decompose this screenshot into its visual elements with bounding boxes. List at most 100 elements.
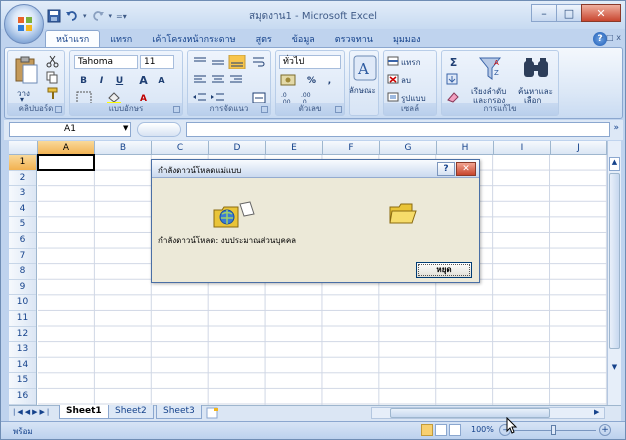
- font-name-input[interactable]: Tahoma: [74, 55, 138, 69]
- currency-icon[interactable]: [280, 73, 300, 87]
- save-icon[interactable]: [47, 9, 61, 23]
- column-header[interactable]: G: [380, 141, 437, 155]
- tab-insert[interactable]: แทรก: [100, 32, 142, 48]
- horizontal-scroll-thumb[interactable]: [390, 408, 550, 418]
- row-header[interactable]: 9: [9, 280, 36, 296]
- row-header[interactable]: 6: [9, 233, 36, 249]
- undo-dropdown-icon[interactable]: ▾: [83, 12, 87, 20]
- zoom-level[interactable]: 100%: [471, 425, 494, 434]
- column-header[interactable]: A: [38, 141, 95, 155]
- column-header[interactable]: I: [494, 141, 551, 155]
- clipboard-launcher-icon[interactable]: [55, 106, 62, 113]
- column-header[interactable]: D: [209, 141, 266, 155]
- row-header[interactable]: 15: [9, 373, 36, 389]
- delete-cells-label[interactable]: ลบ: [401, 74, 411, 87]
- vertical-scroll-thumb[interactable]: [609, 173, 620, 349]
- number-launcher-icon[interactable]: [335, 106, 342, 113]
- new-sheet-icon[interactable]: [204, 407, 222, 419]
- sheet-tab-2[interactable]: Sheet2: [108, 405, 154, 419]
- font-launcher-icon[interactable]: [173, 106, 180, 113]
- tab-page-layout[interactable]: เค้าโครงหน้ากระดาษ: [142, 32, 245, 48]
- maximize-button[interactable]: □: [556, 4, 582, 22]
- horizontal-scrollbar[interactable]: ▶: [371, 407, 605, 419]
- row-header[interactable]: 4: [9, 202, 36, 218]
- row-header[interactable]: 11: [9, 311, 36, 327]
- column-header[interactable]: H: [437, 141, 494, 155]
- row-header[interactable]: 12: [9, 327, 36, 343]
- stop-button[interactable]: หยุด: [416, 262, 472, 278]
- formula-cancel-enter[interactable]: [137, 122, 181, 137]
- row-header[interactable]: 1: [9, 155, 36, 171]
- delete-cells-icon[interactable]: [387, 74, 399, 84]
- row-header[interactable]: 14: [9, 358, 36, 374]
- horizontal-align-icons[interactable]: [192, 73, 248, 87]
- find-select-icon[interactable]: [522, 55, 550, 81]
- paste-icon[interactable]: [13, 55, 39, 85]
- page-break-view-icon[interactable]: [449, 424, 461, 436]
- styles-icon[interactable]: A: [353, 55, 377, 81]
- italic-button[interactable]: I: [94, 73, 109, 88]
- shrink-font-button[interactable]: A: [154, 73, 169, 88]
- scroll-right-icon[interactable]: ▶: [594, 408, 599, 416]
- scroll-up-icon[interactable]: ▲: [609, 157, 620, 171]
- redo-icon[interactable]: [91, 9, 105, 23]
- bold-button[interactable]: B: [76, 73, 91, 88]
- normal-view-icon[interactable]: [421, 424, 433, 436]
- column-header[interactable]: E: [266, 141, 323, 155]
- close-button[interactable]: ✕: [581, 4, 621, 22]
- sheet-tab-1[interactable]: Sheet1: [59, 405, 109, 419]
- autosum-button[interactable]: Σ: [446, 55, 461, 70]
- vertical-align-icons[interactable]: [192, 55, 248, 69]
- column-header[interactable]: F: [323, 141, 380, 155]
- row-header[interactable]: 13: [9, 342, 36, 358]
- tab-home[interactable]: หน้าแรก: [45, 30, 101, 48]
- row-header[interactable]: 16: [9, 389, 36, 405]
- undo-icon[interactable]: [65, 9, 79, 23]
- row-header[interactable]: 3: [9, 186, 36, 202]
- sheet-tab-3[interactable]: Sheet3: [156, 405, 202, 419]
- column-header[interactable]: C: [152, 141, 209, 155]
- expand-formula-icon[interactable]: »: [613, 123, 619, 133]
- redo-dropdown-icon[interactable]: ▾: [109, 12, 113, 20]
- comma-button[interactable]: ,: [322, 73, 337, 88]
- dialog-close-button[interactable]: ✕: [456, 162, 476, 176]
- column-header[interactable]: B: [95, 141, 152, 155]
- name-box-dropdown-icon[interactable]: ▼: [123, 124, 128, 132]
- alignment-launcher-icon[interactable]: [261, 106, 268, 113]
- copy-icon[interactable]: [46, 71, 59, 84]
- tab-formulas[interactable]: สูตร: [246, 32, 282, 48]
- dialog-help-button[interactable]: ?: [437, 162, 455, 176]
- wrap-text-icon[interactable]: [252, 55, 266, 69]
- format-cells-icon[interactable]: [387, 92, 399, 102]
- tab-review[interactable]: ตรวจทาน: [325, 32, 383, 48]
- styles-label[interactable]: ลักษณะ: [349, 84, 376, 97]
- fill-icon[interactable]: [446, 73, 460, 86]
- row-header[interactable]: 2: [9, 171, 36, 187]
- office-button[interactable]: [4, 4, 44, 44]
- number-format-select[interactable]: ทั่วไป: [279, 55, 341, 69]
- underline-button[interactable]: U: [112, 73, 127, 88]
- customize-icon[interactable]: =▾: [116, 12, 127, 21]
- sort-filter-icon[interactable]: AZ: [478, 55, 504, 83]
- vertical-scrollbar[interactable]: ▲ ▼: [607, 141, 621, 405]
- cut-icon[interactable]: [46, 55, 59, 68]
- name-box[interactable]: A1: [9, 122, 131, 137]
- tab-view[interactable]: มุมมอง: [383, 32, 431, 48]
- row-header[interactable]: 10: [9, 295, 36, 311]
- font-size-input[interactable]: 11: [140, 55, 174, 69]
- minimize-button[interactable]: –: [531, 4, 557, 22]
- page-layout-view-icon[interactable]: [435, 424, 447, 436]
- scroll-down-icon[interactable]: ▼: [609, 363, 620, 375]
- formula-input[interactable]: [186, 122, 610, 137]
- grow-font-button[interactable]: A: [136, 73, 151, 88]
- row-header[interactable]: 7: [9, 249, 36, 265]
- row-header[interactable]: 5: [9, 217, 36, 233]
- workbook-controls[interactable]: - □ x: [601, 33, 621, 42]
- sheet-nav-icons[interactable]: |◀◀▶▶|: [13, 408, 51, 416]
- select-all-button[interactable]: [9, 141, 38, 155]
- zoom-slider-thumb[interactable]: [551, 425, 556, 435]
- tab-data[interactable]: ข้อมูล: [282, 32, 325, 48]
- column-header[interactable]: J: [551, 141, 607, 155]
- format-painter-icon[interactable]: [46, 87, 59, 100]
- insert-cells-icon[interactable]: [387, 56, 399, 66]
